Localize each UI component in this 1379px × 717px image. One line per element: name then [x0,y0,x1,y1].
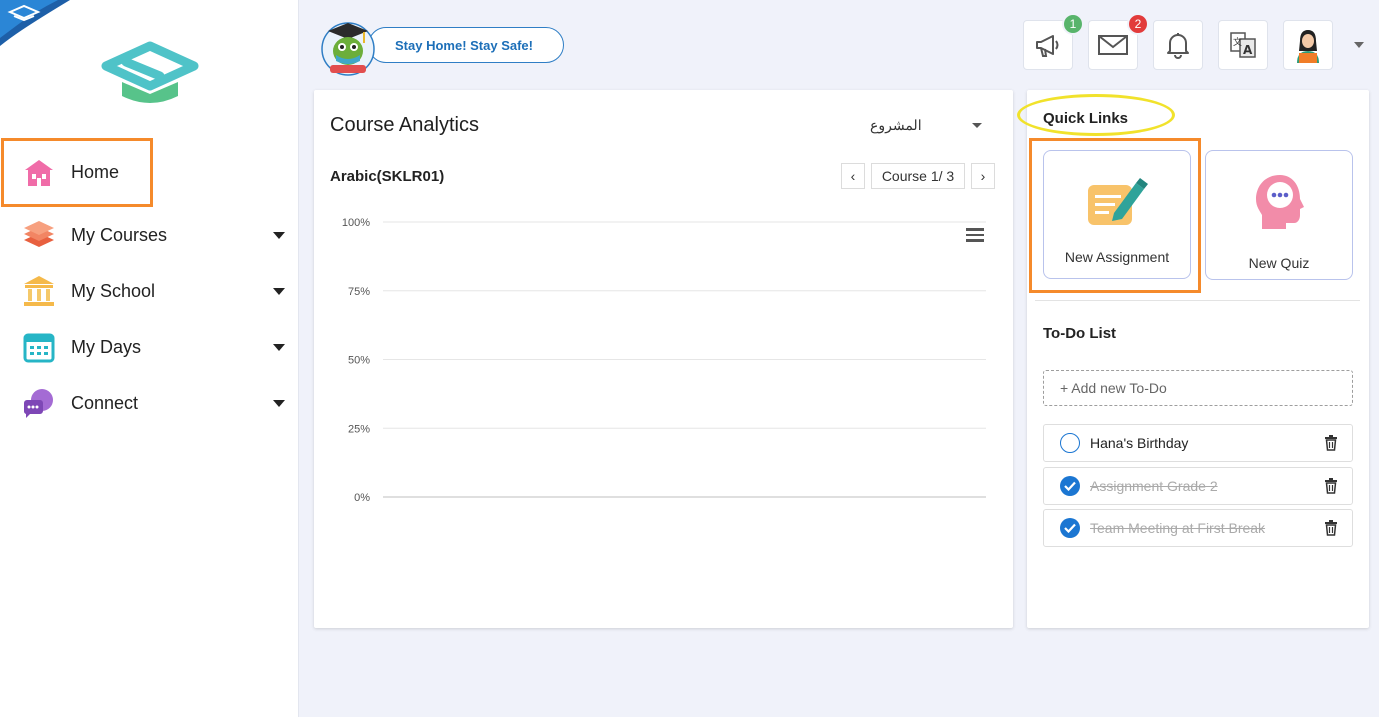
profile-dropdown-caret[interactable] [1354,42,1364,48]
sidebar-item-home[interactable]: Home [0,138,299,207]
todo-item: Team Meeting at First Break [1043,509,1353,547]
chevron-down-icon[interactable] [273,344,285,351]
y-tick-label: 25% [348,423,370,435]
todo-checkbox[interactable] [1060,433,1080,453]
language-button[interactable]: A 文 [1218,20,1268,70]
todo-text: Team Meeting at First Break [1090,520,1266,536]
course-name: Arabic(SKLR01) [330,168,445,185]
y-tick-label: 50% [348,355,370,367]
sidebar-item-my-school[interactable]: My School [0,263,299,319]
sidebar-item-label: My Courses [71,224,168,245]
books-stack-icon [22,218,56,252]
trash-icon[interactable] [1324,435,1338,451]
new-quiz-label: New Quiz [1248,255,1310,271]
calendar-icon [22,330,56,364]
mail-icon [1098,35,1128,55]
analytics-chart: 100% 75% 50% 25% 0% [342,217,986,504]
next-course-button[interactable]: › [971,163,995,189]
todo-text: Hana's Birthday [1090,435,1189,451]
trash-icon[interactable] [1324,520,1338,536]
todo-title: To-Do List [1043,325,1117,342]
checkmark-icon [1064,523,1076,533]
prev-course-button[interactable]: ‹ [841,163,865,189]
svg-text:A: A [1243,43,1253,57]
todo-checkbox-checked[interactable] [1060,518,1080,538]
chevron-down-icon[interactable] [273,400,285,407]
profile-button[interactable] [1283,20,1333,70]
y-tick-label: 100% [342,217,370,229]
sidebar-item-my-days[interactable]: My Days [0,319,299,375]
course-analytics-card: Course Analytics المشروع Arabic(SKLR01) … [314,90,1013,628]
y-tick-label: 75% [348,286,370,298]
sidebar-item-label: Connect [71,392,139,413]
sidebar-item-my-courses[interactable]: My Courses [0,207,299,263]
chart-menu-icon[interactable] [966,228,984,242]
banner-text: Stay Home! Stay Safe! [368,27,564,63]
chevron-down-icon [972,123,982,128]
sidebar-item-label: My School [71,280,156,301]
todo-text: Assignment Grade 2 [1090,478,1218,494]
school-logo-icon [101,41,199,103]
course-analytics-title: Course Analytics [330,114,479,136]
project-select-value: المشروع [870,117,922,133]
add-todo-input[interactable] [1043,370,1353,406]
mascot-graduate-icon [321,22,375,76]
corner-logo-icon[interactable] [0,0,70,46]
todo-checkbox-checked[interactable] [1060,476,1080,496]
stay-safe-banner[interactable]: Stay Home! Stay Safe! [320,17,568,77]
right-panel: Quick Links New Assignment New Quiz To-D… [1017,90,1369,628]
new-assignment-link[interactable]: New Assignment [1043,150,1191,279]
course-page-label: Course 1/ 3 [871,163,965,189]
profile-avatar-icon [1297,30,1319,63]
chevron-down-icon[interactable] [273,232,285,239]
quick-links-title: Quick Links [1043,110,1129,127]
quiz-head-icon [1256,175,1304,229]
svg-text:文: 文 [1233,36,1242,48]
announcement-badge: 1 [1062,13,1084,35]
chat-bubbles-icon [22,386,56,420]
sidebar: Home My Courses My School My Days Connec… [0,0,299,717]
assignment-pen-icon [1088,178,1148,225]
todo-item: Hana's Birthday [1043,424,1353,462]
mail-badge: 2 [1127,13,1149,35]
bell-icon [1167,33,1189,59]
sidebar-item-label: My Days [71,336,142,357]
y-tick-label: 0% [354,492,370,504]
checkmark-icon [1064,481,1076,491]
new-assignment-label: New Assignment [1064,249,1170,265]
home-highlight-box [1,138,153,207]
mail-button[interactable]: 2 [1088,13,1149,70]
divider [1035,300,1360,301]
trash-icon[interactable] [1324,478,1338,494]
school-columns-icon [22,274,56,308]
language-icon: A 文 [1230,32,1256,58]
course-pager: ‹ Course 1/ 3 › [841,163,995,189]
project-select[interactable]: المشروع [854,116,990,136]
todo-item: Assignment Grade 2 [1043,467,1353,505]
new-quiz-link[interactable]: New Quiz [1205,150,1353,280]
announcement-icon [1036,35,1059,57]
sidebar-nav: Home My Courses My School My Days Connec… [0,138,299,431]
chevron-down-icon[interactable] [273,288,285,295]
sidebar-item-connect[interactable]: Connect [0,375,299,431]
notifications-button[interactable] [1153,20,1203,70]
announcement-button[interactable]: 1 [1023,13,1084,70]
